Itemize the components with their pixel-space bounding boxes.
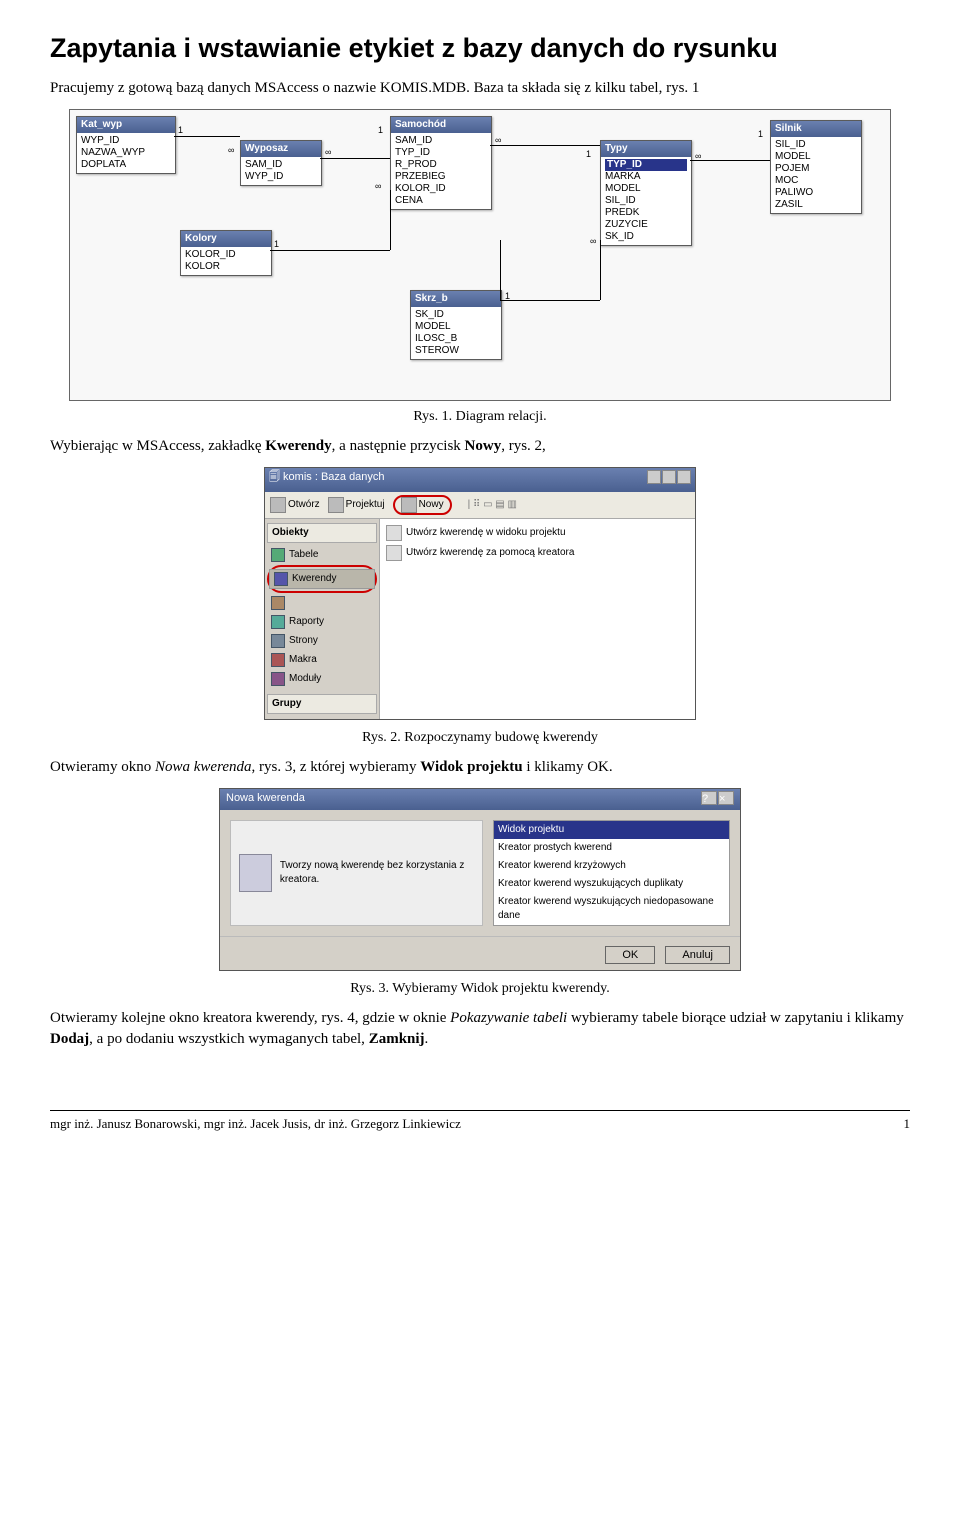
sidebar-header: Obiekty — [267, 523, 377, 543]
sidebar-item-kwerendy[interactable]: Kwerendy — [269, 569, 375, 589]
table-silnik: Silnik SIL_ID MODEL POJEM MOC PALIWO ZAS… — [770, 120, 862, 214]
table-samochod: Samochód SAM_ID TYP_ID R_PROD PRZEBIEG K… — [390, 116, 492, 210]
sidebar-item-raporty[interactable]: Raporty — [267, 613, 377, 631]
sidebar-footer: Grupy — [267, 694, 377, 714]
access-toolbar: Otwórz Projektuj Nowy | ⠿ ▭ ▤ ▥ — [265, 492, 695, 519]
table-wyposaz: Wyposaz SAM_ID WYP_ID — [240, 140, 322, 186]
query-list: Utwórz kwerendę w widoku projektu Utwórz… — [380, 519, 695, 719]
window-buttons[interactable] — [646, 470, 691, 489]
module-icon — [271, 672, 285, 686]
ok-button[interactable]: OK — [605, 946, 655, 964]
page-number: 1 — [904, 1115, 911, 1133]
page-icon — [271, 634, 285, 648]
query-type-list[interactable]: Widok projektu Kreator prostych kwerend … — [493, 820, 730, 926]
table-skrz-b: Skrz_b SK_ID MODEL ILOSC_B STEROW — [410, 290, 502, 360]
objects-sidebar: Obiekty Tabele Kwerendy Raporty Strony M… — [265, 519, 380, 719]
macro-icon — [271, 653, 285, 667]
table-kat-wyp: Kat_wyp WYP_ID NAZWA_WYP DOPLATA — [76, 116, 176, 174]
list-item[interactable]: Kreator kwerend wyszukujących niedopasow… — [494, 893, 729, 925]
wizard-icon — [386, 525, 402, 541]
table-title: Kat_wyp — [77, 117, 175, 133]
table-kolory: Kolory KOLOR_ID KOLOR — [180, 230, 272, 276]
page-title: Zapytania i wstawianie etykiet z bazy da… — [50, 30, 910, 68]
paragraph-pokazywanie-tabeli: Otwieramy kolejne okno kreatora kwerendy… — [50, 1008, 910, 1050]
list-item[interactable]: Kreator kwerend wyszukujących duplikaty — [494, 875, 729, 893]
relationship-diagram: Kat_wyp WYP_ID NAZWA_WYP DOPLATA Wyposaz… — [69, 109, 891, 401]
new-icon — [401, 497, 417, 513]
dialog-description: Tworzy nową kwerendę bez korzystania z k… — [230, 820, 483, 926]
footer-authors: mgr inż. Janusz Bonarowski, mgr inż. Jac… — [50, 1115, 461, 1133]
paragraph-kwerendy: Wybierając w MSAccess, zakładkę Kwerendy… — [50, 436, 910, 457]
dialog-titlebar: Nowa kwerenda ?× — [220, 789, 740, 809]
sidebar-item-strony[interactable]: Strony — [267, 632, 377, 650]
table-icon — [271, 548, 285, 562]
kwerendy-circled: Kwerendy — [267, 565, 377, 593]
page-footer: mgr inż. Janusz Bonarowski, mgr inż. Jac… — [50, 1110, 910, 1133]
query-icon — [274, 572, 288, 586]
list-item[interactable]: Kreator kwerend krzyżowych — [494, 857, 729, 875]
cancel-button[interactable]: Anuluj — [665, 946, 730, 964]
sidebar-item-blank[interactable] — [267, 594, 377, 612]
figure1-caption: Rys. 1. Diagram relacji. — [50, 407, 910, 427]
figure2-caption: Rys. 2. Rozpoczynamy budowę kwerendy — [50, 728, 910, 748]
design-icon — [328, 497, 344, 513]
sidebar-item-makra[interactable]: Makra — [267, 651, 377, 669]
list-item-sel[interactable]: Widok projektu — [494, 821, 729, 839]
sidebar-item-tabele[interactable]: Tabele — [267, 546, 377, 564]
wizard-icon — [386, 545, 402, 561]
report-icon — [271, 615, 285, 629]
list-item[interactable]: Utwórz kwerendę w widoku projektu — [384, 523, 691, 543]
list-item[interactable]: Kreator prostych kwerend — [494, 839, 729, 857]
new-button-circled[interactable]: Nowy — [393, 495, 452, 515]
window-titlebar: 🗐 komis : Baza danych — [265, 468, 695, 491]
open-button[interactable]: Otwórz — [270, 497, 320, 513]
table-typy: Typy TYP_ID MARKA MODEL SIL_ID PREDK ZUZ… — [600, 140, 692, 246]
list-item[interactable]: Utwórz kwerendę za pomocą kreatora — [384, 543, 691, 563]
open-icon — [270, 497, 286, 513]
dialog-title-buttons[interactable]: ?× — [700, 791, 734, 807]
design-button[interactable]: Projektuj — [328, 497, 385, 513]
intro-paragraph-1: Pracujemy z gotową bazą danych MSAccess … — [50, 78, 910, 99]
access-db-window: 🗐 komis : Baza danych Otwórz Projektuj N… — [264, 467, 696, 719]
figure3-caption: Rys. 3. Wybieramy Widok projektu kwerend… — [50, 979, 910, 999]
paragraph-nowa-kwerenda: Otwieramy okno Nowa kwerenda, rys. 3, z … — [50, 757, 910, 778]
sidebar-item-moduly[interactable]: Moduły — [267, 670, 377, 688]
form-icon — [271, 596, 285, 610]
query-big-icon — [239, 854, 272, 892]
new-query-dialog: Nowa kwerenda ?× Tworzy nową kwerendę be… — [219, 788, 741, 970]
